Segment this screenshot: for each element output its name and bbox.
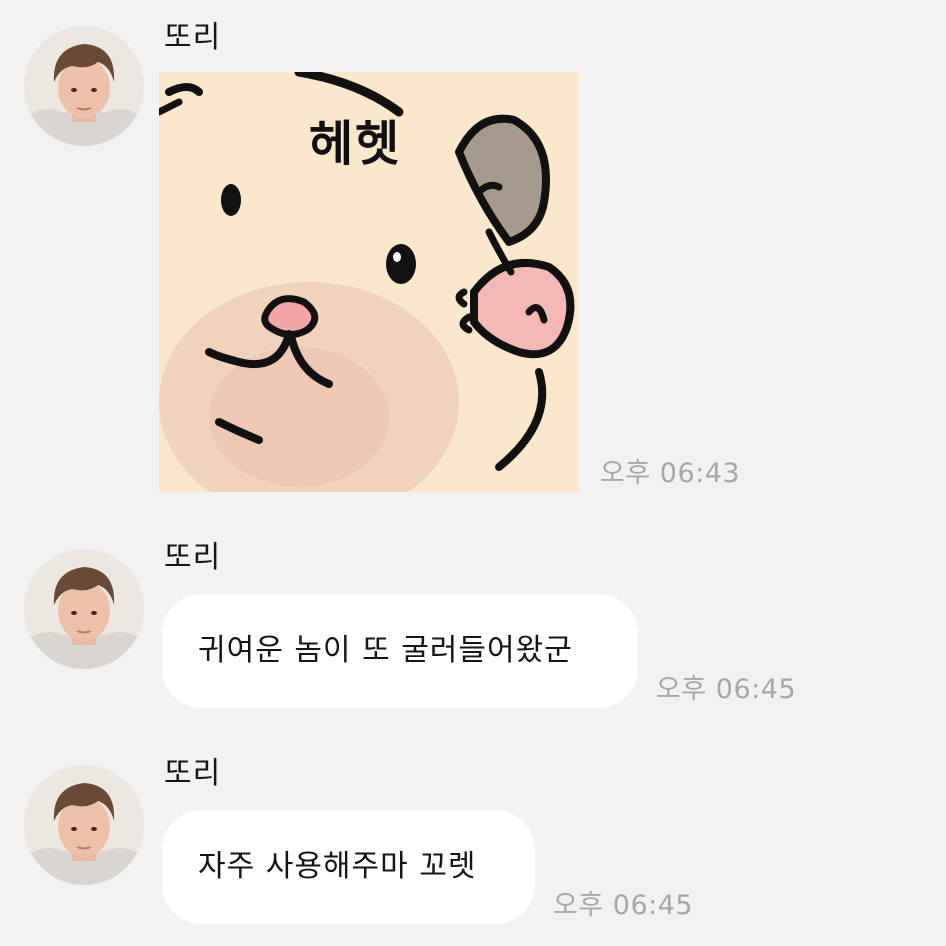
avatar[interactable] (24, 549, 144, 669)
sticker-caption: 헤헷 (309, 116, 402, 172)
message-bubble[interactable]: 자주 사용해주마 꼬렛 (162, 810, 535, 924)
message-bubble[interactable]: 귀여운 놈이 또 굴러들어왔군 (162, 594, 638, 708)
timestamp: 오후 06:45 (553, 890, 694, 921)
sender-name: 또리 (164, 540, 222, 575)
message-text: 귀여운 놈이 또 굴러들어왔군 (198, 633, 573, 668)
timestamp: 오후 06:43 (600, 458, 741, 489)
message-text: 자주 사용해주마 꼬렛 (198, 849, 477, 884)
sender-name: 또리 (164, 20, 222, 55)
sender-name: 또리 (164, 756, 222, 791)
avatar[interactable] (24, 26, 144, 146)
timestamp: 오후 06:45 (656, 674, 797, 705)
avatar[interactable] (24, 765, 144, 885)
sticker-image[interactable]: 헤헷 (159, 72, 579, 492)
